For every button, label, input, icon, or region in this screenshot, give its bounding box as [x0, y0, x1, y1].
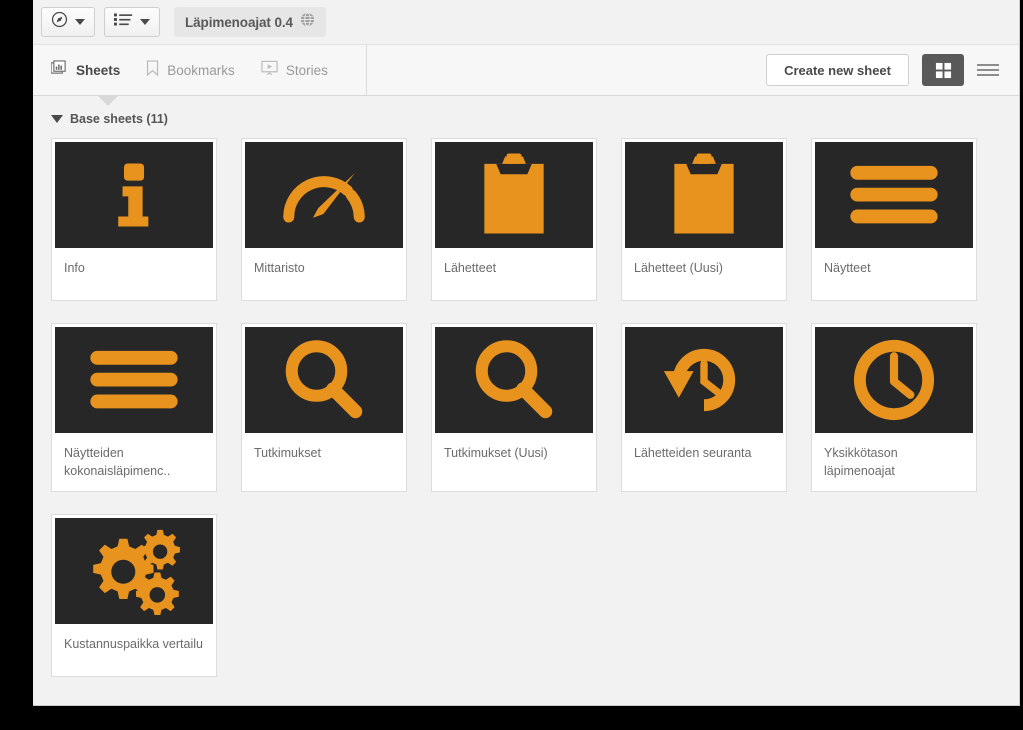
tab-stories-label: Stories — [285, 62, 328, 78]
compass-icon — [51, 11, 68, 33]
sheets-menu-button[interactable] — [104, 7, 160, 37]
sheet-title: Näytteet — [824, 261, 871, 275]
sheet-thumbnail — [435, 327, 593, 433]
grid-view-icon — [935, 62, 951, 78]
bookmark-icon — [146, 59, 159, 81]
clipboard-icon — [674, 153, 734, 234]
tab-sheets[interactable]: Sheets — [50, 45, 121, 95]
three-bars-icon — [850, 165, 938, 224]
list-view-icon — [977, 74, 999, 76]
sheet-grid: Info Mittaristo Lähetteet Lähetteet (Uus… — [33, 138, 1019, 678]
sheet-title: Tutkimukset — [254, 446, 321, 460]
sheet-thumbnail — [55, 327, 213, 433]
sheet-card[interactable]: Mittaristo — [241, 138, 407, 301]
sheet-card[interactable]: Lähetteet (Uusi) — [621, 138, 787, 301]
chevron-down-icon — [140, 19, 150, 25]
sheet-card[interactable]: Info — [51, 138, 217, 301]
sheet-title: Kustannuspaikka vertailu — [64, 637, 203, 652]
story-icon — [261, 60, 278, 81]
tab-bookmarks[interactable]: Bookmarks — [146, 45, 235, 95]
sheet-thumbnail — [815, 327, 973, 433]
chevron-down-icon — [75, 19, 85, 25]
tab-divider — [365, 44, 367, 96]
sheet-card[interactable]: Näytteiden kokonaisläpimenc.. — [51, 323, 217, 493]
triangle-down-icon — [51, 115, 63, 123]
gauge-icon — [283, 172, 365, 223]
sheets-icon — [50, 60, 68, 80]
sheet-title: Yksikkötason läpimenoajat — [824, 446, 898, 479]
three-bars-icon — [90, 350, 178, 409]
top-toolbar: Läpimenoajat 0.4 — [33, 0, 1019, 44]
sheet-title: Tutkimukset (Uusi) — [444, 446, 548, 460]
magnifier-icon — [475, 340, 553, 419]
list-view-toggle[interactable] — [977, 54, 1003, 86]
toolbar-right-controls: Create new sheet — [766, 54, 1003, 86]
app-title: Läpimenoajat 0.4 — [185, 14, 293, 30]
sheet-thumbnail — [245, 142, 403, 248]
active-tab-indicator — [96, 96, 120, 107]
sheet-card[interactable]: Kustannuspaikka vertailu — [51, 514, 217, 678]
sheet-thumbnail — [625, 327, 783, 433]
sheet-thumbnail — [435, 142, 593, 248]
sheet-title: Mittaristo — [254, 261, 305, 275]
clock-icon — [853, 339, 935, 421]
info-letter-icon — [118, 163, 149, 227]
gears-icon — [93, 530, 180, 616]
tab-bookmarks-label: Bookmarks — [167, 62, 235, 78]
base-sheets-title: Base sheets (11) — [70, 112, 168, 126]
tab-stories[interactable]: Stories — [261, 45, 328, 95]
sheet-card[interactable]: Lähetteet — [431, 138, 597, 301]
sheet-title: Lähetteet (Uusi) — [634, 261, 723, 275]
grid-view-toggle[interactable] — [922, 54, 964, 86]
list-icon — [114, 12, 133, 32]
sheet-thumbnail — [625, 142, 783, 248]
section-tab-bar: Sheets Bookmarks Stories Create new shee… — [33, 44, 1019, 96]
sheet-title: Näytteiden kokonaisläpimenc.. — [64, 446, 171, 479]
sheet-thumbnail — [55, 518, 213, 625]
sheet-card[interactable]: Tutkimukset (Uusi) — [431, 323, 597, 493]
magnifier-icon — [285, 340, 363, 419]
sheet-title: Lähetteet — [444, 261, 497, 275]
tab-sheets-label: Sheets — [76, 62, 121, 78]
sheet-thumbnail — [245, 327, 403, 433]
sheet-card[interactable]: Tutkimukset — [241, 323, 407, 493]
clipboard-icon — [484, 153, 544, 234]
sheet-card[interactable]: Näytteet — [811, 138, 977, 301]
sheet-title: Info — [64, 261, 85, 275]
sheets-content-area: Base sheets (11) Info Mittaristo Lähette… — [33, 96, 1019, 705]
navigation-menu-button[interactable] — [41, 7, 95, 37]
list-view-icon — [977, 64, 999, 66]
sheet-card[interactable]: Yksikkötason läpimenoajat — [811, 323, 977, 493]
clock-history-icon — [663, 348, 736, 412]
sheet-card[interactable]: Lähetteiden seuranta — [621, 323, 787, 493]
app-title-chip[interactable]: Läpimenoajat 0.4 — [174, 7, 326, 37]
sheet-thumbnail — [55, 142, 213, 248]
qlik-app-window: Läpimenoajat 0.4 Sheets Bookmarks Storie… — [33, 0, 1020, 706]
sheet-title: Lähetteiden seuranta — [634, 446, 752, 460]
globe-icon — [300, 12, 315, 32]
sheet-thumbnail — [815, 142, 973, 248]
create-new-sheet-button[interactable]: Create new sheet — [766, 54, 909, 86]
list-view-icon — [977, 69, 999, 71]
